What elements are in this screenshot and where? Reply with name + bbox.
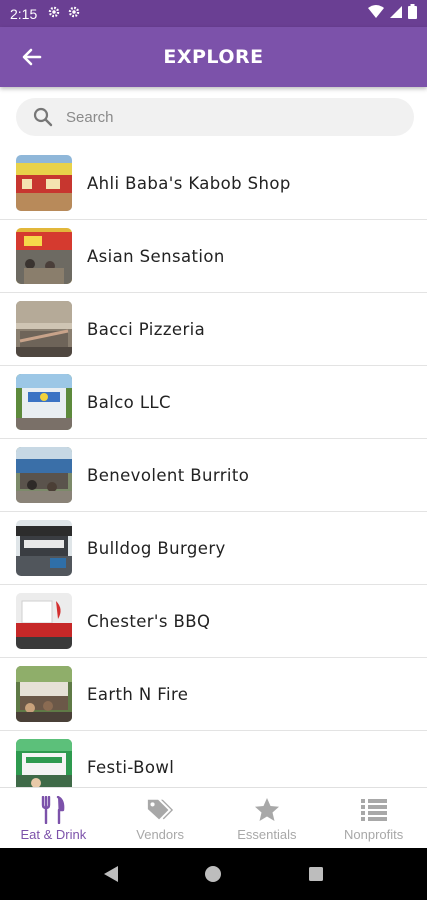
- system-recents-button[interactable]: [301, 859, 331, 889]
- vendor-name: Ahli Baba's Kabob Shop: [87, 173, 291, 193]
- square-recents-icon: [308, 867, 323, 881]
- search-input[interactable]: [66, 108, 386, 126]
- signal-icon: [389, 4, 403, 23]
- vendor-name: Asian Sensation: [87, 246, 225, 266]
- tab-essentials[interactable]: Essentials: [214, 788, 321, 848]
- vendor-thumbnail: [16, 739, 72, 787]
- settings-icon: [67, 4, 81, 23]
- back-button[interactable]: [14, 39, 50, 75]
- vendor-name: Bulldog Burgery: [87, 538, 226, 558]
- tab-label: Nonprofits: [344, 827, 404, 842]
- vendor-thumbnail: [16, 155, 72, 211]
- system-nav-bar: [0, 848, 427, 900]
- tags-icon: [146, 796, 174, 824]
- vendor-thumbnail: [16, 228, 72, 284]
- fork-knife-icon: [39, 796, 67, 824]
- battery-icon: [408, 4, 417, 23]
- system-back-button[interactable]: [96, 859, 126, 889]
- vendor-name: Chester's BBQ: [87, 611, 211, 631]
- vendor-thumbnail: [16, 301, 72, 357]
- app-bar: EXPLORE: [0, 27, 427, 87]
- list-item[interactable]: Ahli Baba's Kabob Shop: [0, 147, 427, 220]
- vendor-list: Ahli Baba's Kabob Shop Asian Sensation B…: [0, 147, 427, 787]
- search-icon: [33, 107, 53, 127]
- tab-label: Essentials: [237, 827, 297, 842]
- wifi-icon: [368, 4, 384, 23]
- vendor-name: Balco LLC: [87, 392, 171, 412]
- status-time: 2:15: [10, 5, 38, 22]
- list-item[interactable]: Chester's BBQ: [0, 585, 427, 658]
- vendor-thumbnail: [16, 447, 72, 503]
- settings-icon: [47, 4, 61, 23]
- triangle-back-icon: [104, 866, 119, 882]
- circle-home-icon: [205, 866, 222, 882]
- vendor-thumbnail: [16, 520, 72, 576]
- tab-eat-drink[interactable]: Eat & Drink: [0, 788, 107, 848]
- tab-nonprofits[interactable]: Nonprofits: [320, 788, 427, 848]
- search-bar[interactable]: [16, 98, 414, 136]
- list-item[interactable]: Bulldog Burgery: [0, 512, 427, 585]
- list-item[interactable]: Bacci Pizzeria: [0, 293, 427, 366]
- star-icon: [253, 796, 281, 824]
- list-item[interactable]: Earth N Fire: [0, 658, 427, 731]
- arrow-left-icon: [22, 48, 42, 66]
- tab-label: Eat & Drink: [20, 827, 87, 842]
- list-icon: [360, 796, 388, 824]
- vendor-name: Earth N Fire: [87, 684, 189, 704]
- vendor-name: Bacci Pizzeria: [87, 319, 206, 339]
- bottom-nav: Eat & Drink Vendors Essentials Nonprofit…: [0, 787, 427, 848]
- vendor-thumbnail: [16, 593, 72, 649]
- page-title: EXPLORE: [163, 46, 264, 68]
- vendor-thumbnail: [16, 666, 72, 722]
- vendor-thumbnail: [16, 374, 72, 430]
- list-item[interactable]: Balco LLC: [0, 366, 427, 439]
- vendor-name: Festi-Bowl: [87, 757, 175, 777]
- list-item[interactable]: Festi-Bowl: [0, 731, 427, 787]
- list-item[interactable]: Benevolent Burrito: [0, 439, 427, 512]
- list-item[interactable]: Asian Sensation: [0, 220, 427, 293]
- vendor-name: Benevolent Burrito: [87, 465, 250, 485]
- tab-vendors[interactable]: Vendors: [107, 788, 214, 848]
- system-home-button[interactable]: [198, 859, 228, 889]
- tab-label: Vendors: [136, 827, 184, 842]
- status-bar: 2:15: [0, 0, 427, 27]
